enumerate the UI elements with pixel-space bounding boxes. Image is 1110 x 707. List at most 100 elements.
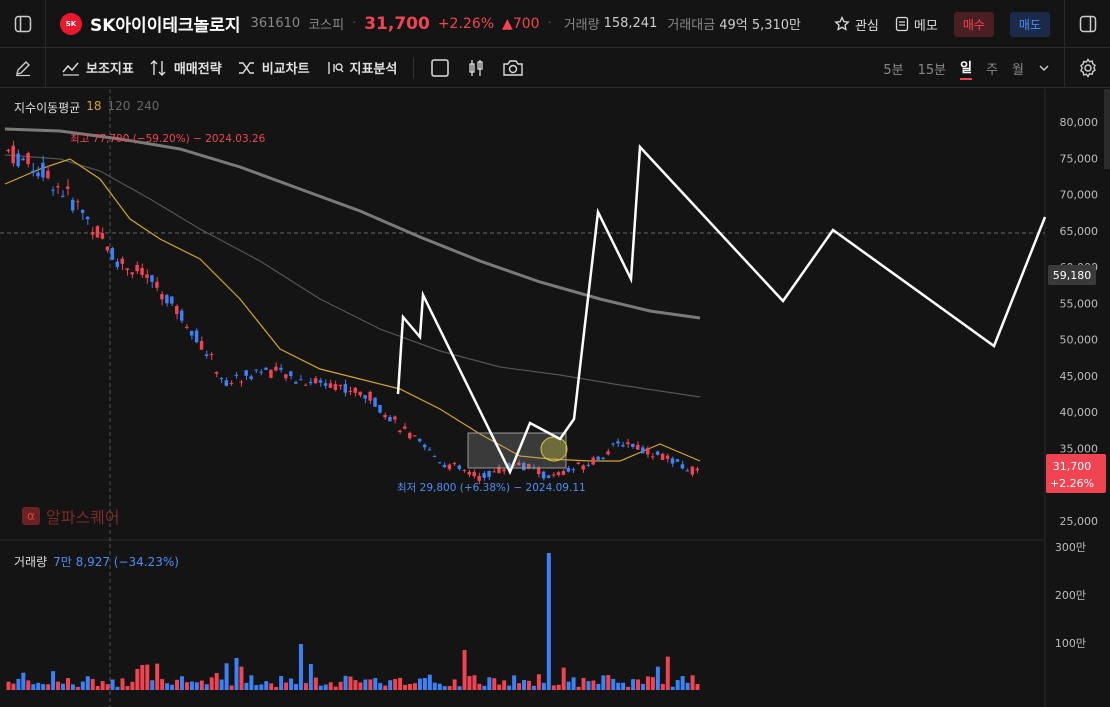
candle-body	[378, 404, 382, 413]
volume-bar	[427, 674, 432, 690]
candle-body	[303, 384, 308, 386]
candle-body	[155, 281, 159, 288]
candle-body	[61, 195, 65, 197]
volume-bar	[621, 682, 626, 690]
chart-area[interactable]: 최고 77,700 (−59.20%) − 2024.03.26 최저 29,8…	[0, 89, 1110, 707]
volume-bar	[194, 682, 199, 690]
analysis-button[interactable]: 지표분석	[326, 58, 397, 77]
settings-button[interactable]	[1064, 48, 1110, 88]
volume-bar	[61, 683, 65, 690]
volume-bar	[41, 684, 46, 690]
volume-bar	[636, 679, 641, 690]
ma-legend[interactable]: 지수이동평균 18 120 240	[14, 99, 159, 116]
buy-button[interactable]: 매수	[953, 11, 994, 37]
volume-bar	[531, 685, 536, 690]
volume-bar	[432, 682, 437, 690]
candle-body	[6, 149, 10, 152]
volume-bar	[408, 684, 412, 690]
right-panel-toggle[interactable]	[1064, 0, 1110, 48]
screenshot-button[interactable]	[502, 58, 524, 78]
ma18-line	[4, 158, 701, 462]
drawing-tool-button[interactable]	[0, 47, 46, 88]
candle-body	[373, 397, 377, 407]
candle-body	[199, 341, 204, 350]
chevron-down-icon[interactable]	[1038, 62, 1050, 74]
candle-body	[100, 233, 105, 239]
price-tick-label: 80,000	[1060, 116, 1099, 129]
candle-body	[636, 444, 640, 450]
candle-body	[115, 261, 120, 267]
volume-bar	[373, 678, 378, 690]
volume-value: 158,241	[603, 16, 658, 31]
compare-button[interactable]: 비교차트	[238, 58, 310, 77]
candle-body	[209, 354, 214, 356]
sell-button[interactable]: 매도	[1009, 11, 1050, 37]
candle-body	[477, 476, 481, 481]
watch-button[interactable]: 관심	[834, 15, 879, 34]
volume-bar	[452, 679, 457, 690]
volume-bar	[279, 676, 284, 690]
pencil-icon	[15, 60, 30, 76]
volume-bar	[100, 681, 105, 690]
candle-body	[616, 441, 620, 444]
volume-bar	[274, 686, 279, 690]
candle-body	[571, 469, 576, 471]
strategy-button[interactable]: 매매전략	[150, 58, 222, 77]
timeframe-5min[interactable]: 5분	[883, 59, 903, 78]
volume-bar	[110, 679, 115, 690]
volume-bar	[403, 684, 408, 690]
candle-body	[348, 390, 352, 392]
volume-bar	[199, 680, 204, 690]
candle-body	[437, 462, 442, 464]
volume-bar	[571, 677, 576, 690]
volume-bar	[264, 681, 269, 690]
candle-body	[680, 464, 685, 469]
volume-bar	[626, 686, 631, 690]
trade-amount-value: 49억 5,310만	[719, 18, 801, 33]
volume-bar	[269, 683, 274, 690]
watermark-text: 알파스퀘어	[46, 508, 120, 527]
chart-square-button[interactable]	[430, 58, 450, 78]
indicator-button[interactable]: 보조지표	[62, 58, 134, 77]
gear-icon	[1079, 58, 1096, 78]
volume-bar	[502, 680, 507, 690]
volume-bar	[641, 683, 645, 690]
candle-body	[492, 471, 496, 473]
side-scroll-strip[interactable]	[1104, 89, 1110, 169]
separator: ·	[352, 16, 357, 31]
volume-legend[interactable]: 거래량 7만 8,927 (−34.23%)	[14, 553, 179, 570]
price-chart[interactable]: 최고 77,700 (−59.20%) − 2024.03.26 최저 29,8…	[0, 89, 1110, 707]
candle-type-button[interactable]	[466, 58, 486, 78]
analysis-icon	[327, 61, 344, 74]
timeframe-week[interactable]: 주	[986, 59, 998, 78]
compare-label: 비교차트	[261, 62, 310, 77]
candle-body	[690, 466, 695, 475]
candle-body	[601, 457, 605, 459]
candle-body	[328, 383, 333, 388]
stock-name[interactable]: SK아이이테크놀로지	[90, 11, 241, 36]
candle-body	[289, 371, 293, 377]
candle-body	[606, 451, 610, 455]
candle-body	[502, 469, 506, 472]
volume-bar	[527, 680, 531, 690]
volume-bar	[328, 682, 333, 690]
volume-bar	[611, 678, 616, 690]
drawn-zigzag-line[interactable]	[396, 144, 1047, 476]
candle-body	[65, 186, 70, 189]
memo-button[interactable]: 메모	[895, 15, 938, 34]
volume-bar	[536, 674, 541, 690]
volume-bar	[650, 677, 655, 690]
candle-body	[487, 470, 491, 478]
timeframe-15min[interactable]: 15분	[918, 59, 947, 78]
volume-bar	[507, 685, 512, 690]
trade-amount-label: 거래대금	[667, 18, 716, 33]
candle-body	[581, 465, 585, 470]
left-panel-toggle[interactable]	[0, 0, 46, 48]
timeframe-month[interactable]: 월	[1012, 59, 1024, 78]
change-percent: +2.26%	[437, 15, 495, 32]
timeframe-day[interactable]: 일	[960, 57, 973, 80]
volume-bar	[224, 663, 229, 690]
highlight-circle[interactable]	[540, 436, 568, 462]
candle-body	[95, 226, 100, 238]
ma-period-240: 240	[136, 99, 160, 113]
